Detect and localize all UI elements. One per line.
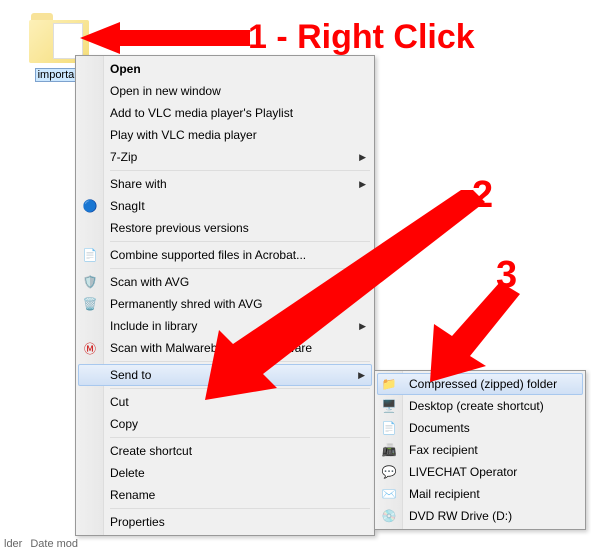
- status-bar: lder Date mod: [0, 533, 78, 555]
- shred-icon: 🗑️: [80, 296, 100, 312]
- status-type: lder: [4, 538, 22, 550]
- submenu-item-mail[interactable]: ✉️Mail recipient: [377, 483, 583, 505]
- menu-item-create-shortcut[interactable]: Create shortcut: [78, 440, 372, 462]
- arrow-3-icon: [430, 282, 520, 382]
- menu-item-copy[interactable]: Copy: [78, 413, 372, 435]
- mail-icon: ✉️: [379, 486, 399, 502]
- chevron-right-icon: ▶: [359, 179, 366, 190]
- fax-icon: 📠: [379, 442, 399, 458]
- annotation-step-1: 1 - Right Click: [248, 18, 475, 57]
- dvd-icon: 💿: [379, 508, 399, 524]
- menu-item-vlc-add[interactable]: Add to VLC media player's Playlist: [78, 102, 372, 124]
- submenu-item-documents[interactable]: 📄Documents: [377, 417, 583, 439]
- menu-item-open[interactable]: Open: [78, 58, 372, 80]
- menu-item-open-new-window[interactable]: Open in new window: [78, 80, 372, 102]
- documents-icon: 📄: [379, 420, 399, 436]
- submenu-item-livechat[interactable]: 💬LIVECHAT Operator: [377, 461, 583, 483]
- acrobat-icon: 📄: [80, 247, 100, 263]
- arrow-1-icon: [80, 20, 250, 60]
- submenu-item-dvd[interactable]: 💿DVD RW Drive (D:): [377, 505, 583, 527]
- livechat-icon: 💬: [379, 464, 399, 480]
- menu-item-rename[interactable]: Rename: [78, 484, 372, 506]
- submenu-item-fax[interactable]: 📠Fax recipient: [377, 439, 583, 461]
- desktop-icon: 🖥️: [379, 398, 399, 414]
- chevron-right-icon: ▶: [359, 152, 366, 163]
- menu-item-properties[interactable]: Properties: [78, 511, 372, 533]
- menu-item-delete[interactable]: Delete: [78, 462, 372, 484]
- menu-item-vlc-play[interactable]: Play with VLC media player: [78, 124, 372, 146]
- snagit-icon: 🔵: [80, 198, 100, 214]
- avg-icon: 🛡️: [80, 274, 100, 290]
- status-date-label: Date mod: [30, 538, 78, 550]
- malwarebytes-icon: Ⓜ: [80, 340, 100, 356]
- menu-item-7zip[interactable]: 7-Zip▶: [78, 146, 372, 168]
